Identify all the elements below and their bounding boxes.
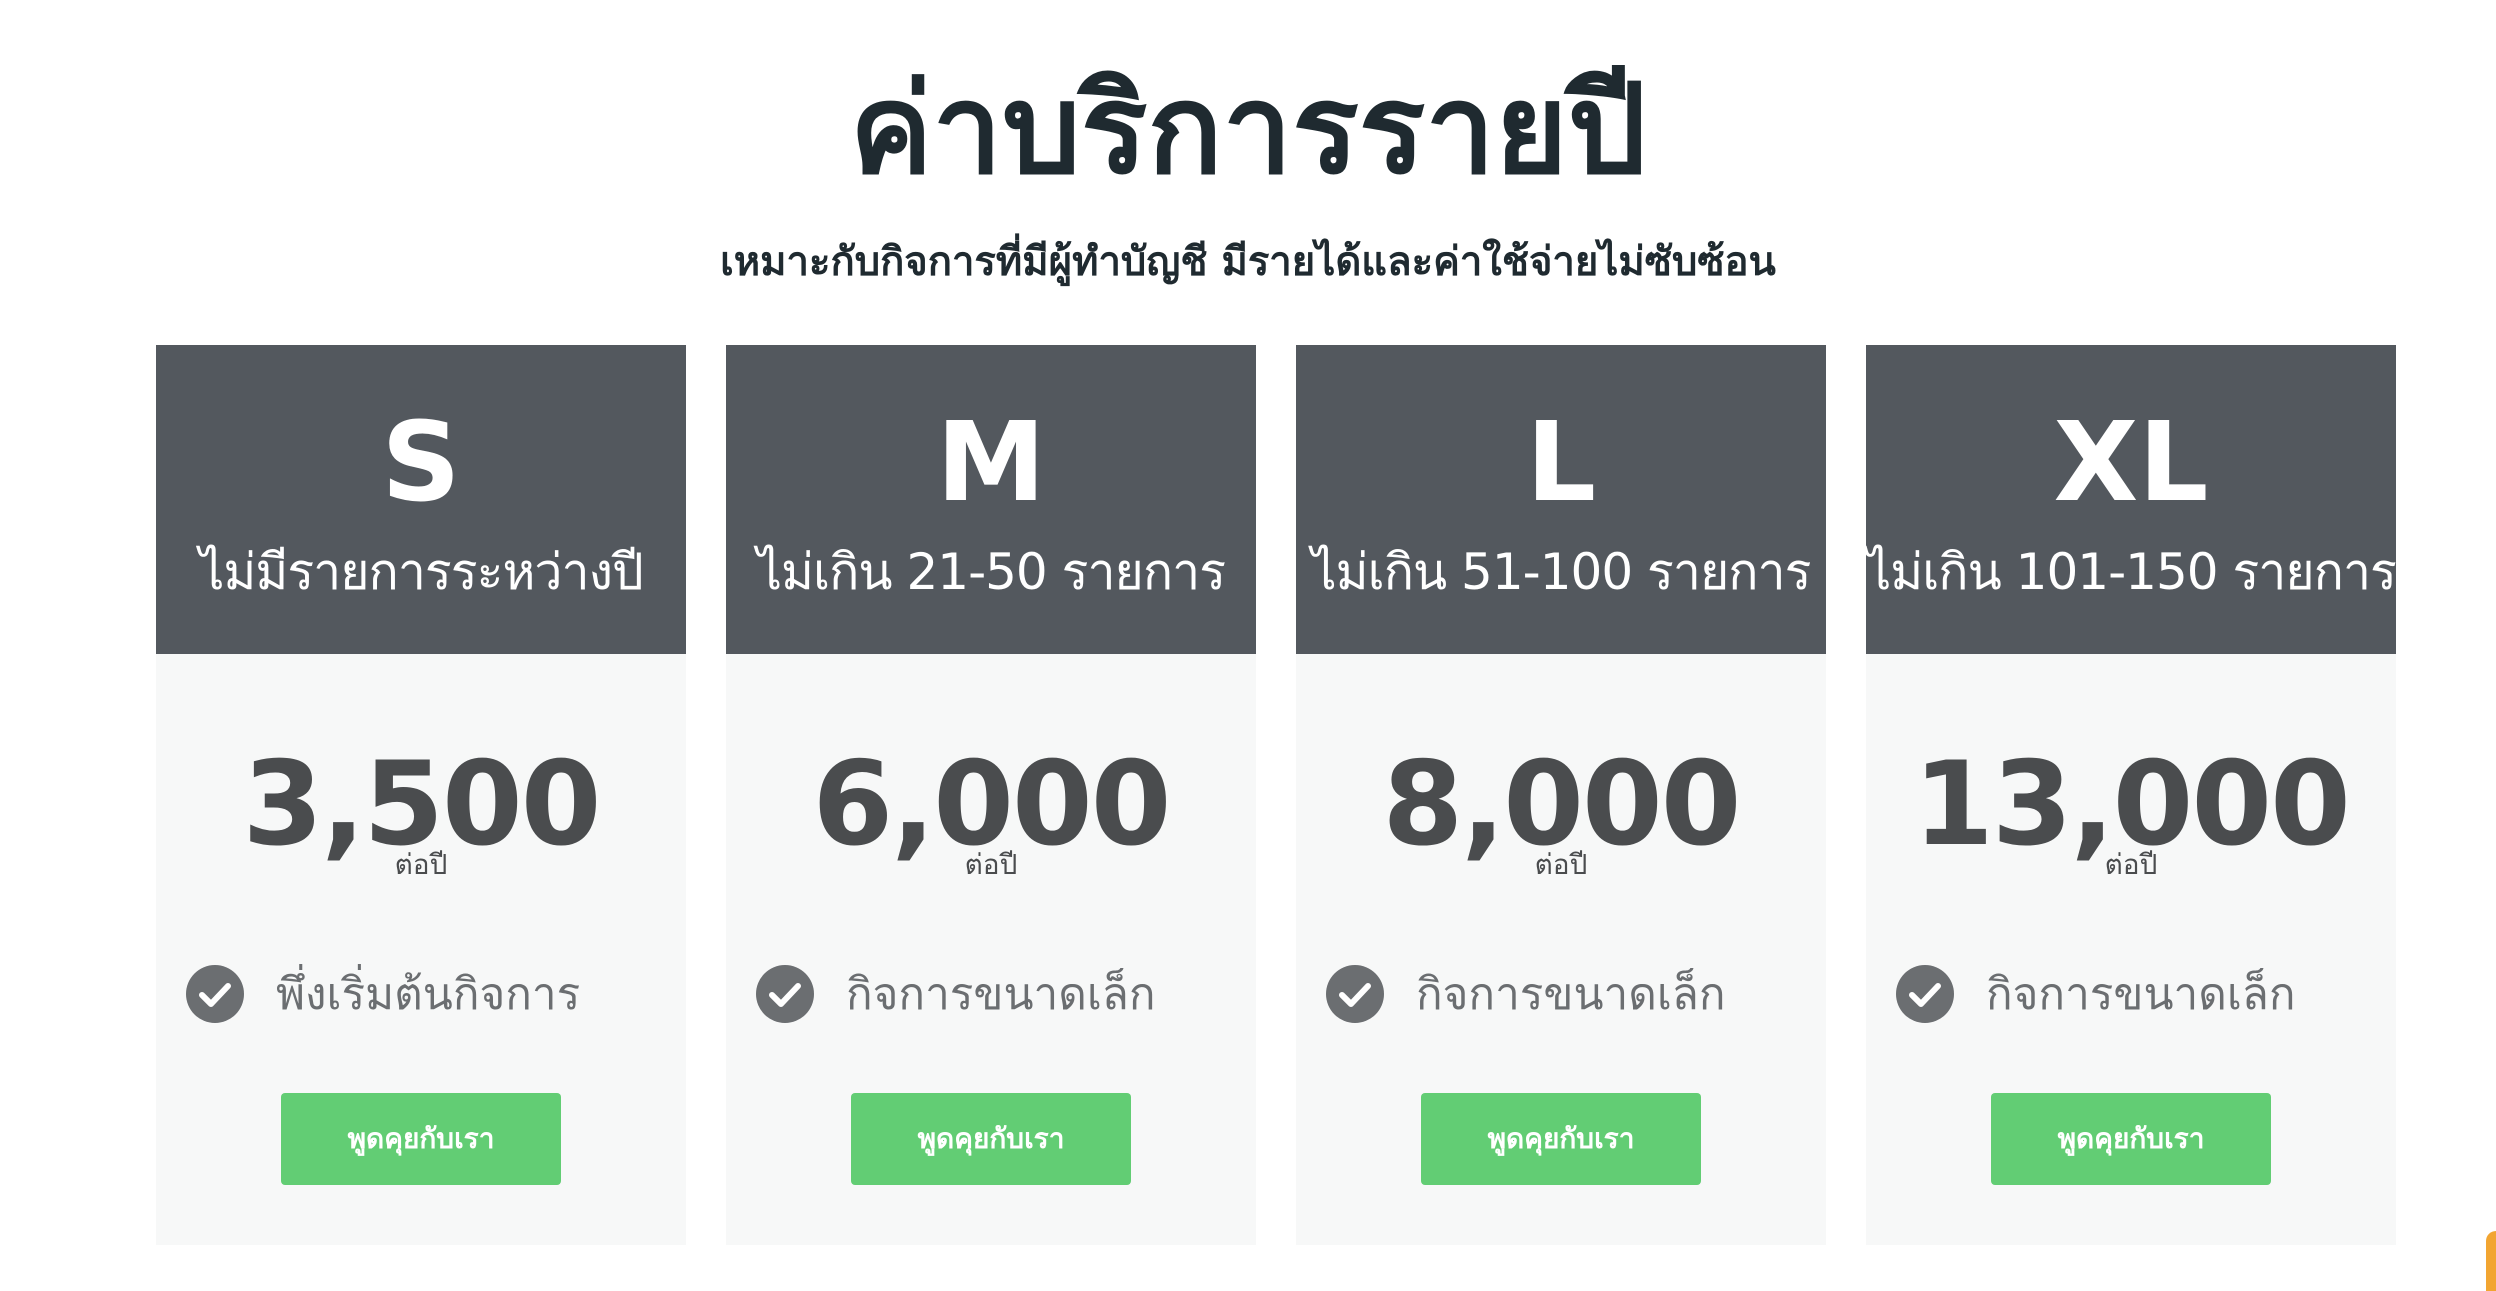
- card-header: XL ไม่เกิน 101-150 รายการ: [1866, 345, 2396, 654]
- price-period: ต่อปี: [964, 848, 1018, 881]
- pricing-card-xl: XL ไม่เกิน 101-150 รายการ 13,000 ต่อปี ก…: [1866, 345, 2396, 1245]
- feature-text: กิจการขนาดเล็ก: [1416, 969, 1726, 1020]
- page-subtitle: เหมาะกับกิจการที่มีผู้ทำบัญชี มีรายได้แล…: [720, 239, 1776, 285]
- price-period: ต่อปี: [2104, 848, 2158, 881]
- plan-range: ไม่เกิน 101-150 รายการ: [1866, 543, 2396, 601]
- feature-item: กิจการขนาดเล็ก: [756, 965, 1246, 1025]
- feature-text: พึ่งเริ่มต้นกิจการ: [276, 969, 581, 1020]
- pricing-card-m: M ไม่เกิน 21-50 รายการ 6,000 ต่อปี กิจกา…: [726, 345, 1256, 1245]
- card-header: M ไม่เกิน 21-50 รายการ: [726, 345, 1256, 654]
- check-circle-icon: [1896, 965, 1954, 1023]
- contact-us-button[interactable]: พูดคุยกับเรา: [1991, 1093, 2271, 1185]
- pricing-cards: S ไม่มีรายการระหว่างปี 3,500 ต่อปี พึ่งเ…: [156, 345, 2396, 1245]
- price-period: ต่อปี: [394, 848, 448, 881]
- contact-us-button[interactable]: พูดคุยกับเรา: [1421, 1093, 1701, 1185]
- feature-item: กิจการขนาดเล็ก: [1896, 965, 2386, 1025]
- feature-text: กิจการขนาดเล็ก: [1986, 969, 2296, 1020]
- plan-range: ไม่เกิน 21-50 รายการ: [756, 543, 1226, 601]
- page-title: ค่าบริการรายปี: [849, 58, 1647, 202]
- feature-text: กิจการขนาดเล็ก: [846, 969, 1156, 1020]
- feature-item: กิจการขนาดเล็ก: [1326, 965, 1816, 1025]
- plan-range: ไม่เกิน 51-100 รายการ: [1311, 543, 1812, 601]
- contact-us-button[interactable]: พูดคุยกับเรา: [851, 1093, 1131, 1185]
- price-period: ต่อปี: [1534, 848, 1588, 881]
- plan-size: S: [381, 398, 461, 526]
- plan-range: ไม่มีรายการระหว่างปี: [199, 543, 643, 601]
- check-circle-icon: [1326, 965, 1384, 1023]
- check-circle-icon: [186, 965, 244, 1023]
- pricing-card-s: S ไม่มีรายการระหว่างปี 3,500 ต่อปี พึ่งเ…: [156, 345, 686, 1245]
- card-header: S ไม่มีรายการระหว่างปี: [156, 345, 686, 654]
- pricing-card-l: L ไม่เกิน 51-100 รายการ 8,000 ต่อปี กิจก…: [1296, 345, 1826, 1245]
- card-header: L ไม่เกิน 51-100 รายการ: [1296, 345, 1826, 654]
- feature-item: พึ่งเริ่มต้นกิจการ: [186, 965, 676, 1025]
- corner-decoration: [2486, 1231, 2496, 1291]
- plan-size: L: [1525, 398, 1597, 526]
- plan-size: XL: [2053, 398, 2209, 526]
- check-circle-icon: [756, 965, 814, 1023]
- pricing-page: ค่าบริการรายปี เหมาะกับกิจการที่มีผู้ทำบ…: [0, 0, 2496, 1291]
- contact-us-button[interactable]: พูดคุยกับเรา: [281, 1093, 561, 1185]
- plan-size: M: [936, 398, 1046, 526]
